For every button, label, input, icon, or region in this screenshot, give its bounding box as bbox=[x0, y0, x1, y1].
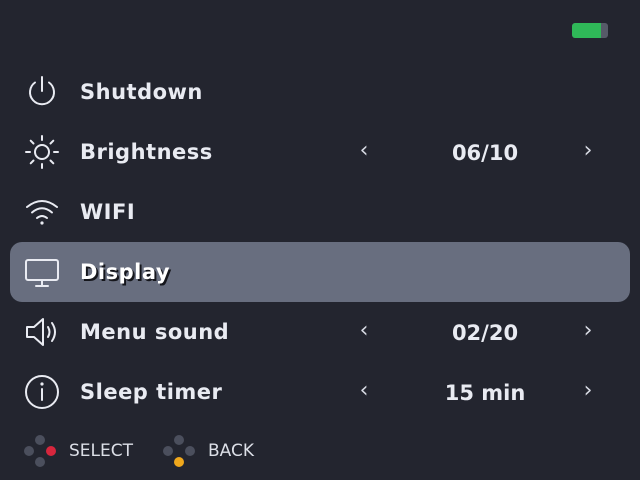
info-icon bbox=[24, 374, 60, 410]
select-hint: SELECT bbox=[22, 432, 133, 470]
menu-item-shutdown[interactable]: Shutdown bbox=[10, 62, 630, 122]
sun-icon bbox=[24, 134, 60, 170]
wifi-icon bbox=[24, 194, 60, 230]
menu-sound-value: 02/20 bbox=[451, 321, 519, 345]
gamepad-b-button-icon bbox=[161, 433, 197, 469]
battery-icon bbox=[572, 23, 608, 38]
menu-item-label: Brightness bbox=[80, 140, 213, 164]
menu-item-label: WIFI bbox=[80, 200, 136, 224]
power-icon bbox=[24, 74, 60, 110]
decrease-arrow[interactable]: ‹ bbox=[354, 302, 374, 360]
settings-menu: Shutdown Brightness ‹ 06/10 › WIFI Displ… bbox=[0, 62, 640, 422]
brightness-value: 06/10 bbox=[451, 141, 519, 165]
menu-item-display[interactable]: Display bbox=[10, 242, 630, 302]
monitor-icon bbox=[24, 254, 60, 290]
back-label: BACK bbox=[208, 441, 255, 461]
menu-item-label: Sleep timer bbox=[80, 380, 223, 404]
button-hints: SELECT BACK bbox=[0, 432, 640, 470]
back-hint: BACK bbox=[161, 432, 254, 470]
gamepad-a-button-icon bbox=[22, 433, 58, 469]
speaker-icon bbox=[24, 314, 60, 350]
increase-arrow[interactable]: › bbox=[578, 302, 598, 360]
menu-item-wifi[interactable]: WIFI bbox=[10, 182, 630, 242]
decrease-arrow[interactable]: ‹ bbox=[354, 122, 374, 180]
menu-item-label: Menu sound bbox=[80, 320, 230, 344]
select-label: SELECT bbox=[69, 441, 133, 461]
menu-item-menu-sound[interactable]: Menu sound ‹ 02/20 › bbox=[10, 302, 630, 362]
battery-level bbox=[572, 23, 601, 38]
menu-item-label: Shutdown bbox=[80, 80, 203, 104]
sleep-timer-value: 15 min bbox=[444, 381, 526, 405]
increase-arrow[interactable]: › bbox=[578, 362, 598, 420]
increase-arrow[interactable]: › bbox=[578, 122, 598, 180]
menu-item-label: Display bbox=[80, 260, 171, 284]
decrease-arrow[interactable]: ‹ bbox=[354, 362, 374, 420]
menu-item-brightness[interactable]: Brightness ‹ 06/10 › bbox=[10, 122, 630, 182]
menu-item-sleep-timer[interactable]: Sleep timer ‹ 15 min › bbox=[10, 362, 630, 422]
